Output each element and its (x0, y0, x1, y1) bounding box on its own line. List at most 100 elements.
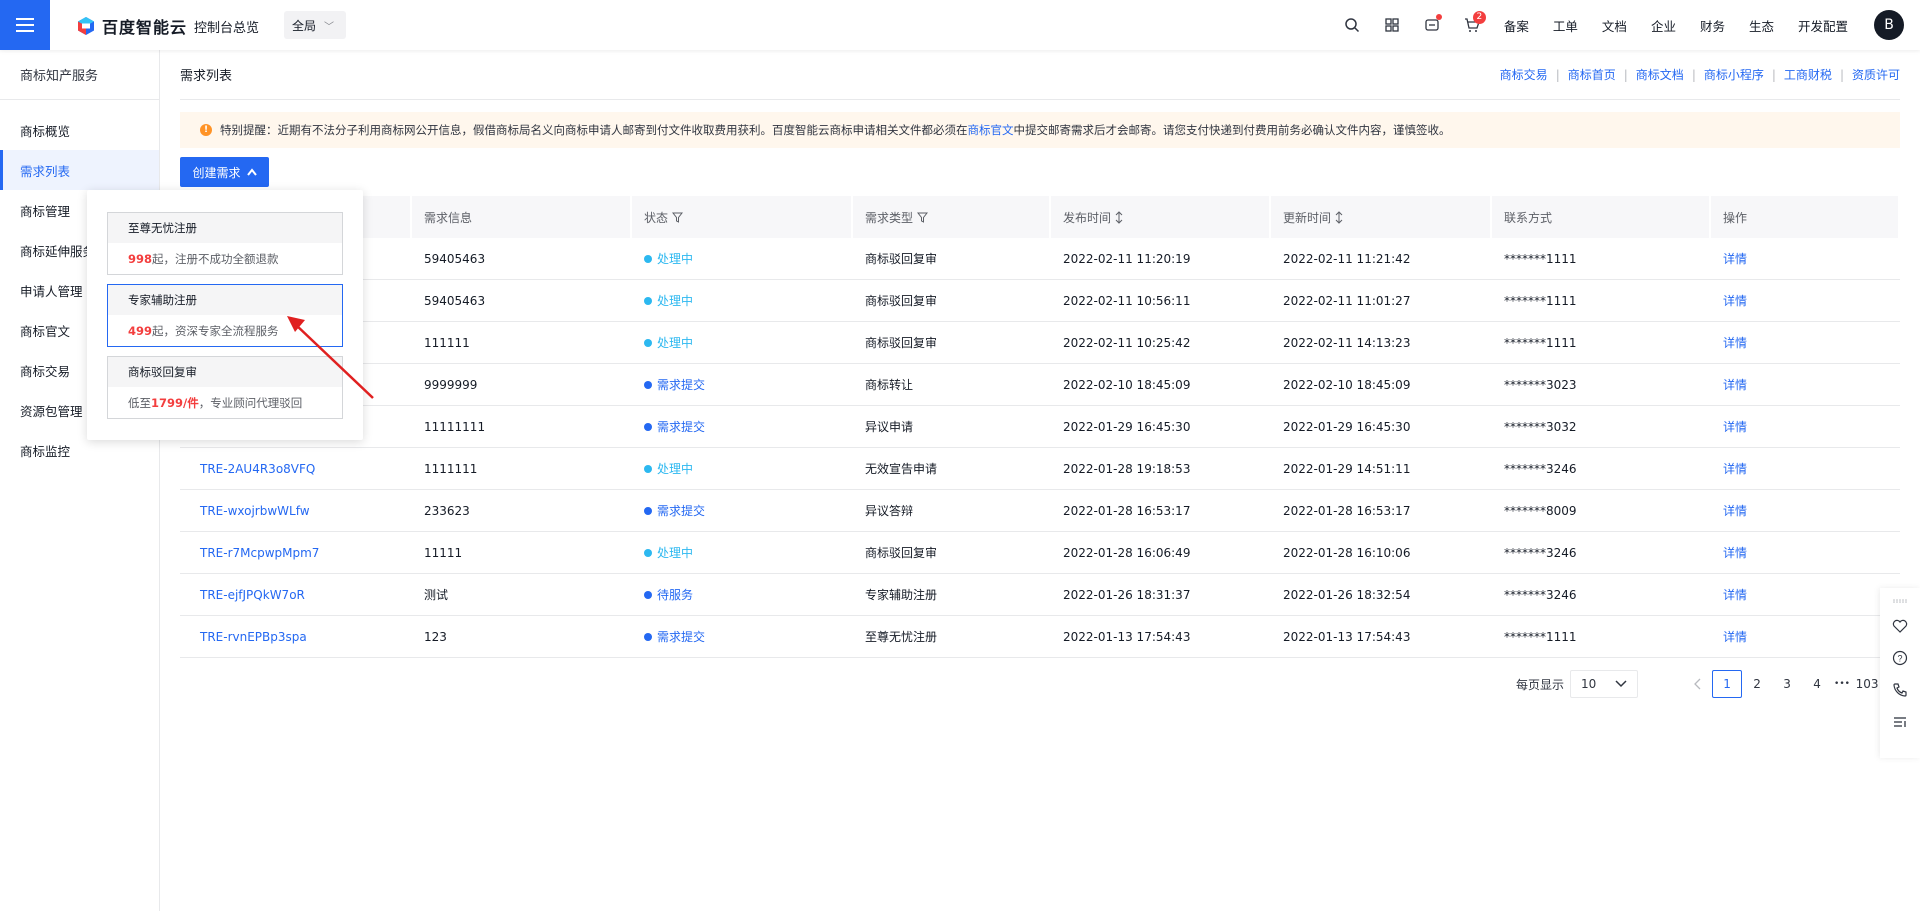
help-icon[interactable]: ? (1880, 642, 1920, 674)
cart-icon[interactable]: 2 (1452, 0, 1492, 50)
published-time: 2022-02-11 10:56:11 (1063, 293, 1191, 308)
status-dot-icon (644, 590, 652, 599)
nav-enterprise[interactable]: 企业 (1639, 0, 1688, 50)
feedback-list-icon[interactable] (1880, 706, 1920, 738)
nav-finance[interactable]: 财务 (1688, 0, 1737, 50)
detail-link[interactable]: 详情 (1711, 448, 1900, 490)
per-page-label: 每页显示 (1516, 677, 1565, 692)
avatar[interactable]: B (1874, 10, 1904, 40)
nav-ecosystem[interactable]: 生态 (1737, 0, 1786, 50)
th-type[interactable]: 需求类型 (853, 196, 1051, 238)
updated-time: 2022-01-26 18:32:54 (1283, 587, 1411, 602)
per-page-select[interactable]: 10 (1570, 670, 1639, 698)
console-overview-link[interactable]: 控制台总览 (194, 17, 259, 36)
create-requirement-button[interactable]: 创建需求 (180, 157, 269, 187)
updated-time: 2022-01-29 16:45:30 (1283, 419, 1411, 434)
detail-link[interactable]: 详情 (1711, 322, 1900, 364)
table-row: TRE-2AU4R3o8VFQ 1111111 处理中 无效宣告申请 2022-01-2… (180, 448, 1900, 490)
published-time: 2022-02-11 10:25:42 (1063, 335, 1191, 350)
detail-link[interactable]: 详情 (1711, 574, 1900, 616)
status-dot-icon (644, 422, 652, 431)
th-updated[interactable]: 更新时间 (1271, 196, 1492, 238)
link-miniprogram[interactable]: 商标小程序 (1704, 66, 1764, 83)
nav-dev-config[interactable]: 开发配置 (1786, 0, 1860, 50)
updated-time: 2022-02-11 14:13:23 (1283, 335, 1411, 350)
detail-link[interactable]: 详情 (1711, 364, 1900, 406)
favorite-icon[interactable] (1880, 610, 1920, 642)
requirement-info: 111111 (424, 335, 470, 350)
link-docs[interactable]: 商标文档 (1636, 66, 1684, 83)
notice-official-docs-link[interactable]: 商标官文 (968, 122, 1014, 138)
message-icon[interactable] (1412, 0, 1452, 50)
status-dot-icon (644, 506, 652, 515)
chevron-down-icon: ﹀ (324, 21, 335, 33)
th-status[interactable]: 状态 (632, 196, 853, 238)
region-select[interactable]: 全局 ﹀ (284, 11, 346, 39)
filter-icon[interactable] (917, 212, 929, 223)
link-home[interactable]: 商标首页 (1568, 66, 1616, 83)
page-2[interactable]: 2 (1742, 670, 1772, 698)
table-header: 需求编号 需求信息 状态 需求类型 发布时间 更新时间 联系方式 操作 (180, 196, 1900, 238)
link-trade[interactable]: 商标交易 (1500, 66, 1548, 83)
detail-link[interactable]: 详情 (1711, 490, 1900, 532)
requirement-info: 59405463 (424, 293, 486, 308)
requirement-id-link[interactable]: TRE-ejfJPQkW7oR (180, 574, 412, 616)
status-badge: 处理中 (632, 280, 853, 322)
detail-link[interactable]: 详情 (1711, 238, 1900, 280)
sidebar-item-overview[interactable]: 商标概览 (0, 110, 159, 150)
published-time: 2022-02-11 11:20:19 (1063, 251, 1191, 266)
table-row: TRE-rvnEPBp3spa 123 需求提交 至尊无忧注册 2022-01-13 1… (180, 616, 1900, 658)
page-title: 需求列表 (180, 69, 233, 84)
detail-link[interactable]: 详情 (1711, 532, 1900, 574)
requirement-info: 233623 (424, 503, 470, 518)
status-dot-icon (644, 338, 652, 347)
nav-beian[interactable]: 备案 (1492, 0, 1541, 50)
table-row: TRE-wxojrbwWLfw 233623 需求提交 异议答辩 2022-01-28 … (180, 490, 1900, 532)
requirement-id-link[interactable]: TRE-rvnEPBp3spa (180, 616, 412, 658)
filter-icon[interactable] (672, 212, 684, 223)
sort-icon[interactable] (1335, 210, 1343, 224)
status-dot-icon (644, 380, 652, 389)
status-dot-icon (644, 548, 652, 557)
apps-grid-icon[interactable] (1372, 0, 1412, 50)
detail-link[interactable]: 详情 (1711, 280, 1900, 322)
drag-handle-icon[interactable] (1880, 592, 1920, 610)
th-published[interactable]: 发布时间 (1051, 196, 1271, 238)
link-business-tax[interactable]: 工商财税 (1784, 66, 1832, 83)
cart-badge: 2 (1472, 11, 1486, 24)
phone-icon[interactable] (1880, 674, 1920, 706)
page-ellipsis[interactable]: ••• (1832, 670, 1852, 698)
requirement-type: 无效宣告申请 (865, 462, 938, 476)
contact: *******3032 (1504, 419, 1577, 434)
requirement-id-link[interactable]: TRE-2AU4R3o8VFQ (180, 448, 412, 490)
nav-ticket[interactable]: 工单 (1541, 0, 1590, 50)
detail-link[interactable]: 详情 (1711, 616, 1900, 658)
sort-icon[interactable] (1115, 210, 1123, 224)
create-button-label: 创建需求 (192, 165, 241, 180)
published-time: 2022-01-26 18:31:37 (1063, 587, 1191, 602)
sidebar-item-requirements[interactable]: 需求列表 (0, 150, 159, 190)
annotation-arrow (287, 316, 374, 399)
published-time: 2022-01-28 19:18:53 (1063, 461, 1191, 476)
detail-link[interactable]: 详情 (1711, 406, 1900, 448)
prev-page-icon[interactable] (1682, 670, 1712, 698)
top-right-nav: 2 备案 工单 文档 企业 财务 生态 开发配置 B (1332, 0, 1920, 50)
page-1[interactable]: 1 (1712, 670, 1743, 698)
option-premium-registration[interactable]: 至尊无忧注册 998 起，注册不成功全额退款 (107, 212, 343, 275)
logo[interactable]: 百度智能云 (76, 14, 187, 38)
status-badge: 待服务 (632, 574, 853, 616)
search-icon[interactable] (1332, 0, 1372, 50)
page-last[interactable]: 103 (1852, 670, 1882, 698)
requirement-type: 商标驳回复审 (865, 336, 938, 350)
table-row: 111111 处理中 商标驳回复审 2022-02-11 10:25:42 2022-0… (180, 322, 1900, 364)
page-4[interactable]: 4 (1802, 670, 1832, 698)
nav-docs[interactable]: 文档 (1590, 0, 1639, 50)
updated-time: 2022-01-29 14:51:11 (1283, 461, 1411, 476)
link-license[interactable]: 资质许可 (1852, 66, 1900, 83)
hamburger-menu-icon[interactable] (0, 0, 50, 50)
requirement-id-link[interactable]: TRE-r7McpwpMpm7 (180, 532, 412, 574)
updated-time: 2022-02-11 11:21:42 (1283, 251, 1411, 266)
warning-icon: ! (200, 124, 212, 136)
requirement-id-link[interactable]: TRE-wxojrbwWLfw (180, 490, 412, 532)
page-3[interactable]: 3 (1772, 670, 1802, 698)
